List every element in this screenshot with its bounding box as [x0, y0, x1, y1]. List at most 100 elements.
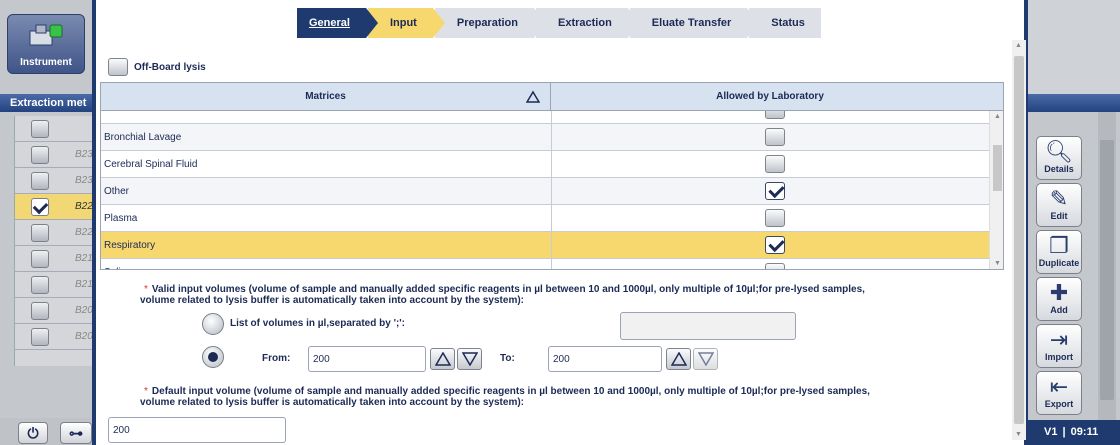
export-label: Export — [1044, 399, 1074, 409]
wizard-step-preparation[interactable]: Preparation — [434, 8, 547, 38]
import-button[interactable]: ⇥ Import — [1036, 324, 1082, 368]
column-header-matrices[interactable]: Matrices — [101, 83, 551, 111]
to-label: To: — [500, 353, 515, 364]
method-row-checkbox[interactable] — [31, 276, 49, 294]
dialog-scrollbar[interactable]: ▲ ▼ — [1012, 40, 1026, 440]
matrix-name: Bronchial Lavage — [104, 132, 182, 143]
export-button[interactable]: ⇤ Export — [1036, 371, 1082, 415]
list-volumes-radio[interactable] — [202, 313, 224, 335]
key-button[interactable]: ⊶ — [60, 422, 92, 444]
valid-volumes-note: * Valid input volumes (volume of sample a… — [140, 284, 865, 306]
matrix-name: Respiratory — [104, 240, 156, 251]
allowed-checkbox[interactable] — [765, 209, 785, 227]
matrix-name: Other — [104, 186, 130, 197]
method-row[interactable]: B20 — [15, 298, 93, 324]
matrix-row[interactable] — [101, 111, 989, 124]
matrix-row[interactable]: Plasma — [101, 205, 989, 232]
duplicate-button[interactable]: ❐ Duplicate — [1036, 230, 1082, 274]
dialog-scrollbar-thumb[interactable] — [1014, 56, 1024, 424]
to-increment-button[interactable] — [666, 348, 691, 370]
wizard-step-general[interactable]: General — [297, 8, 378, 38]
add-button[interactable]: ✚ Add — [1036, 277, 1082, 321]
method-row[interactable]: B22 — [15, 194, 93, 220]
magnifier-icon: 🔍︎ — [1045, 139, 1073, 164]
matrices-scrollbar-thumb[interactable] — [993, 145, 1002, 191]
method-row-checkbox[interactable] — [31, 146, 49, 164]
offboard-lysis-label: Off-Board lysis — [134, 62, 206, 73]
allowed-checkbox[interactable] — [765, 263, 785, 269]
instrument-button[interactable]: Instrument — [7, 14, 85, 74]
required-mark: * — [144, 284, 148, 295]
method-row-checkbox[interactable] — [31, 120, 49, 138]
matrix-row[interactable]: Bronchial Lavage — [101, 124, 989, 151]
duplicate-label: Duplicate — [1038, 258, 1080, 268]
to-volume-input[interactable]: 200 — [548, 346, 662, 372]
extraction-methods-header: Extraction met — [0, 94, 92, 112]
export-icon: ⇤ — [1049, 374, 1069, 399]
method-row[interactable]: B21 — [15, 246, 93, 272]
wizard-step-eluate-transfer[interactable]: Eluate Transfer — [629, 8, 760, 38]
edit-button[interactable]: ✎ Edit — [1036, 183, 1082, 227]
sort-ascending-icon[interactable] — [526, 90, 540, 104]
offboard-lysis-checkbox[interactable] — [108, 58, 128, 76]
method-row-checkbox[interactable] — [31, 328, 49, 346]
matrix-row[interactable]: Other — [101, 178, 989, 205]
column-header-allowed[interactable]: Allowed by Laboratory — [551, 83, 989, 111]
method-row-id: B23 — [75, 149, 93, 160]
right-header-bar — [1028, 94, 1120, 112]
matrix-row[interactable]: Saliva — [101, 259, 989, 269]
allowed-checkbox[interactable] — [765, 128, 785, 146]
method-row-checkbox[interactable] — [31, 224, 49, 242]
method-row-checkbox[interactable] — [31, 172, 49, 190]
method-row[interactable]: B23 — [15, 168, 93, 194]
method-row[interactable]: B20 — [15, 324, 93, 350]
from-label: From: — [262, 353, 291, 364]
version-bar: G V1 | 09:11 — [1024, 420, 1120, 445]
background-right-panel: 🔍︎ Details ✎ Edit ❐ Duplicate ✚ Add ⇥ Import ⇤ Expo… — [1024, 0, 1120, 445]
method-row[interactable]: B21 — [15, 272, 93, 298]
table-scroll-down-arrow[interactable]: ▼ — [994, 260, 1001, 267]
wizard-steps: General Input Preparation Extraction Eluate … — [297, 8, 823, 38]
matrices-table: Matrices Allowed by Laboratory Bronchial… — [100, 82, 1004, 270]
from-increment-button[interactable] — [430, 348, 455, 370]
method-row-checkbox[interactable] — [31, 302, 49, 320]
method-row-checkbox[interactable] — [31, 250, 49, 268]
allowed-checkbox[interactable] — [765, 236, 785, 254]
method-row-id: B21 — [75, 279, 93, 290]
method-row[interactable]: B23 — [15, 142, 93, 168]
required-mark: * — [144, 386, 148, 397]
scroll-up-arrow[interactable]: ▲ — [1015, 42, 1022, 49]
from-volume-input[interactable]: 200 — [308, 346, 426, 372]
matrix-name: Saliva — [104, 267, 131, 269]
scroll-down-arrow[interactable]: ▼ — [1015, 431, 1022, 438]
default-volume-input[interactable]: 200 — [108, 417, 286, 443]
wizard-step-extraction[interactable]: Extraction — [536, 8, 640, 38]
table-scroll-up-arrow[interactable]: ▲ — [994, 113, 1001, 120]
method-row-id: B23 — [75, 175, 93, 186]
allowed-checkbox[interactable] — [765, 182, 785, 200]
method-row-checkbox[interactable] — [31, 198, 49, 216]
left-bottom-bar: ⏻ ⊶ — [0, 418, 92, 445]
method-row-id: B22 — [75, 201, 93, 212]
matrix-row[interactable]: Cerebral Spinal Fluid — [101, 151, 989, 178]
matrices-scrollbar[interactable]: ▲ ▼ — [989, 111, 1003, 269]
from-decrement-button[interactable] — [457, 348, 482, 370]
list-volumes-input[interactable] — [620, 312, 796, 340]
to-decrement-button[interactable] — [693, 348, 718, 370]
method-row[interactable] — [15, 116, 93, 142]
power-icon: ⏻ — [27, 425, 39, 441]
triangle-up-icon — [434, 351, 451, 366]
extraction-methods-table: B23 B23 B22 B22 B21 B21 B20 B20 — [14, 116, 93, 366]
import-icon: ⇥ — [1049, 327, 1069, 352]
edit-label: Edit — [1050, 211, 1068, 221]
list-volumes-label: List of volumes in µl,separated by ';': — [230, 318, 405, 329]
power-button[interactable]: ⏻ — [18, 422, 48, 444]
right-scrollbar-thumb[interactable] — [1100, 140, 1114, 400]
allowed-checkbox[interactable] — [765, 155, 785, 173]
range-volumes-radio[interactable] — [202, 346, 224, 368]
details-button[interactable]: 🔍︎ Details — [1036, 136, 1082, 180]
method-row[interactable]: B22 — [15, 220, 93, 246]
wizard-step-status[interactable]: Status — [749, 8, 821, 38]
matrix-row[interactable]: Respiratory — [101, 232, 989, 259]
allowed-checkbox[interactable] — [765, 111, 785, 119]
